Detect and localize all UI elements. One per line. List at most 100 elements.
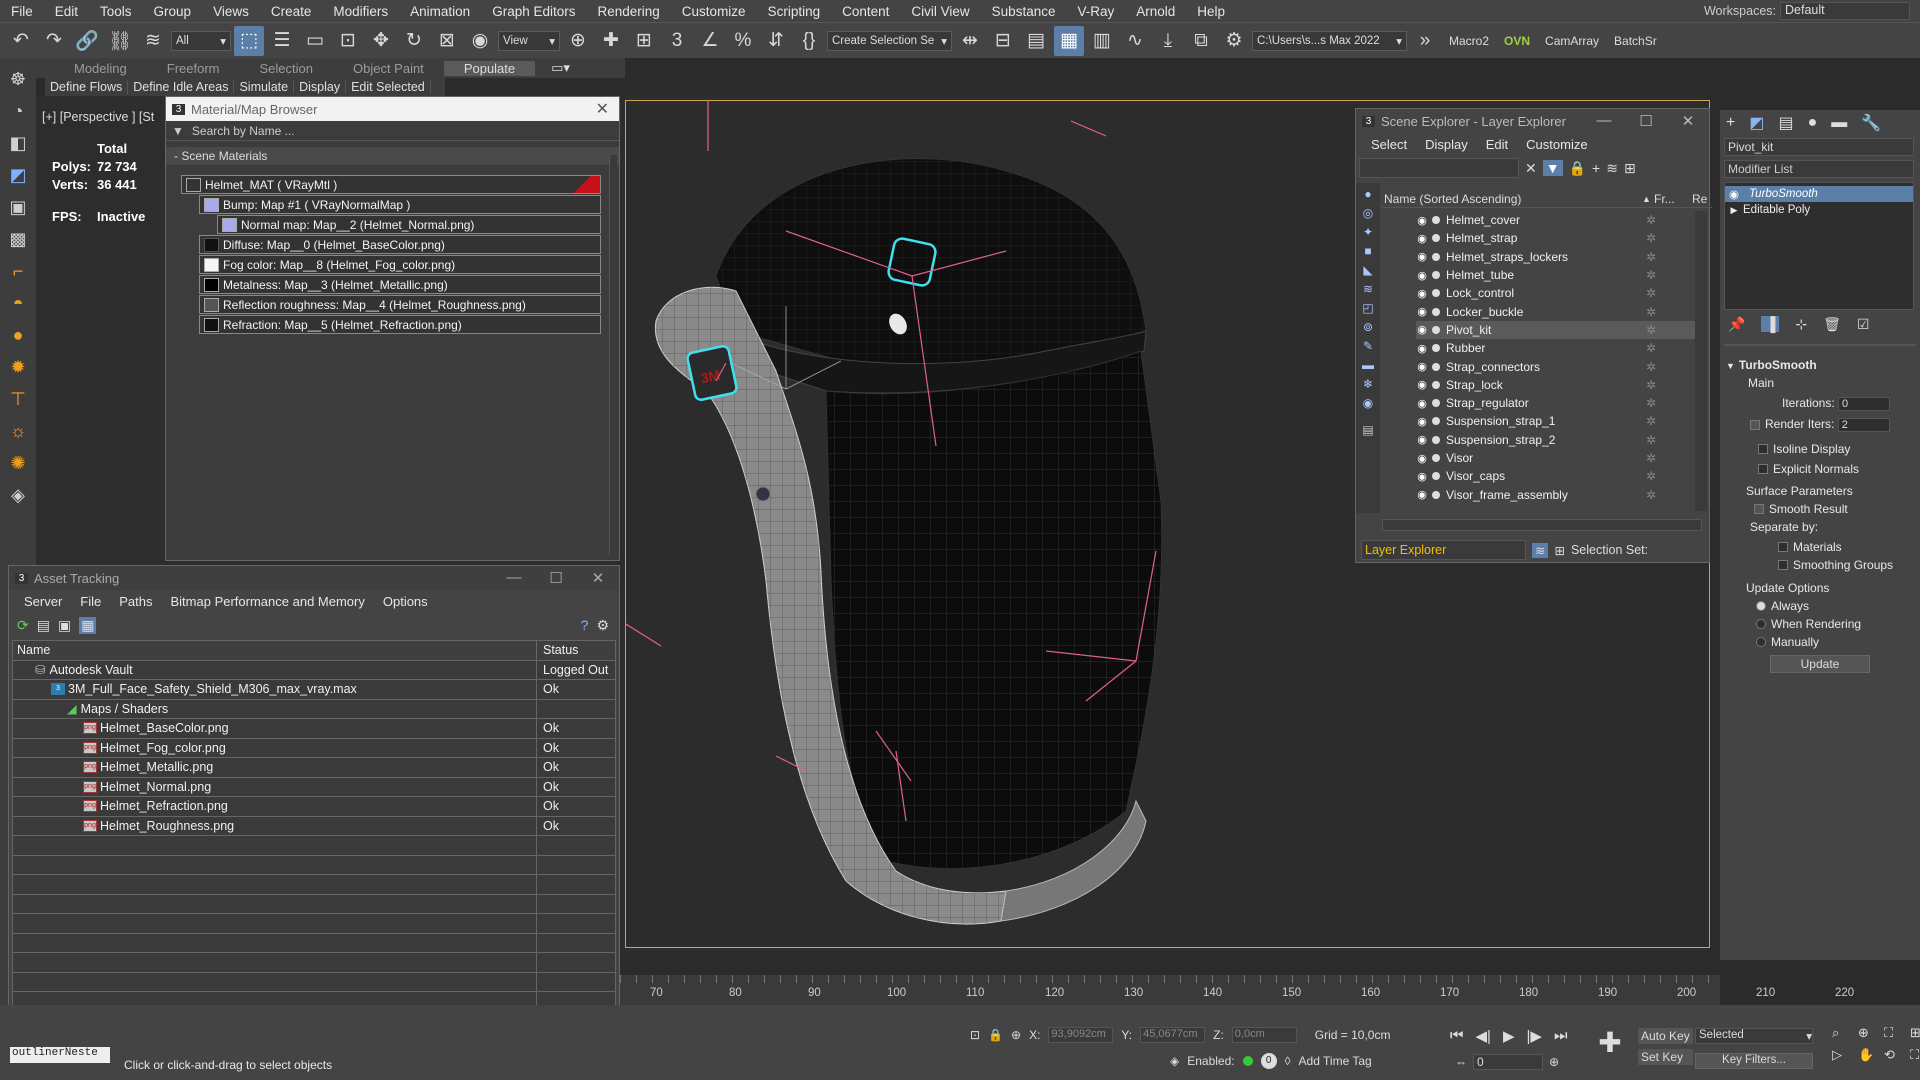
move-icon[interactable]: ✥	[366, 26, 396, 56]
menu-display[interactable]: Display	[1416, 137, 1477, 152]
pin-stack-icon[interactable]: 📌	[1728, 316, 1745, 333]
filter-lights-icon[interactable]: ✦	[1363, 225, 1373, 239]
orbit-icon[interactable]: ⟲	[1884, 1047, 1904, 1063]
isoline-row[interactable]: Isoline Display	[1720, 432, 1920, 456]
list-item[interactable]: ◉ Suspension_strap_2 ✲	[1416, 431, 1696, 449]
material-editor-icon[interactable]: ⧉	[1186, 26, 1216, 56]
menu-views[interactable]: Views	[202, 4, 260, 19]
pan-icon[interactable]: ✋	[1858, 1047, 1878, 1063]
curve-editor-icon[interactable]: ∿	[1120, 26, 1150, 56]
col-status[interactable]: Status	[537, 643, 578, 657]
x-field[interactable]: 93,9092cm	[1048, 1027, 1114, 1043]
daylight-icon[interactable]: ☼	[5, 418, 31, 444]
set-key-large-icon[interactable]: ✚	[1595, 1029, 1625, 1059]
sunlight-icon[interactable]: ✺	[5, 450, 31, 476]
explicit-normals-row[interactable]: Explicit Normals	[1720, 456, 1920, 476]
maximize-viewport-icon[interactable]: ⛶	[1910, 1047, 1920, 1063]
freeze-dot-icon[interactable]	[1432, 271, 1440, 280]
sun-icon[interactable]: ✹	[5, 354, 31, 380]
menu-edit[interactable]: Edit	[44, 4, 89, 19]
compound-icon[interactable]: ◈	[5, 482, 31, 508]
lamp-icon[interactable]: ⊤	[5, 386, 31, 412]
geosphere-icon[interactable]: ◓	[5, 290, 31, 316]
menu-graph-editors[interactable]: Graph Editors	[481, 4, 586, 19]
eye-icon[interactable]: ◉	[1416, 433, 1428, 446]
turbosmooth-rollout-header[interactable]: ▼ TurboSmooth	[1720, 352, 1920, 372]
go-to-start-icon[interactable]: ⏮	[1450, 1027, 1464, 1045]
list-item[interactable]: ◉ Rubber ✲	[1416, 339, 1696, 357]
smoothing-groups-row[interactable]: Smoothing Groups	[1720, 554, 1920, 572]
timeline-ruler[interactable]: 70 80 90 100 110 120 130 140 150 160 170…	[620, 975, 1854, 1005]
scene-search-input[interactable]	[1359, 158, 1519, 178]
manually-row[interactable]: Manually	[1720, 631, 1920, 649]
scale-icon[interactable]: ⊠	[432, 26, 462, 56]
select-by-name-icon[interactable]: ☰	[267, 26, 297, 56]
menu-customize[interactable]: Customize	[671, 4, 757, 19]
table-row[interactable]: png Helmet_Roughness.png Ok	[13, 816, 615, 836]
render-iters-spinner[interactable]: 2	[1837, 417, 1890, 432]
render-flag-icon[interactable]: ✲	[1646, 451, 1656, 465]
tab-populate[interactable]: Populate	[443, 60, 536, 76]
pin-icon[interactable]: ⊞	[1554, 543, 1564, 558]
menu-modifiers[interactable]: Modifiers	[322, 4, 399, 19]
eye-icon[interactable]: ◉	[1416, 470, 1428, 483]
edit-selected-button[interactable]: Edit Selected	[346, 80, 431, 94]
viewport-label[interactable]: [+] [Perspective ] [St	[42, 110, 154, 124]
always-row[interactable]: Always	[1720, 595, 1920, 613]
batchsr-button[interactable]: BatchSr	[1608, 34, 1663, 48]
zoom-icon[interactable]: ⌕	[1832, 1025, 1852, 1041]
reference-coord-dropdown[interactable]: View ▾	[498, 30, 560, 51]
workspaces-dropdown[interactable]: Default	[1780, 2, 1910, 20]
display-tab-icon[interactable]: ▬	[1831, 114, 1847, 132]
eye-icon[interactable]: ◉	[1416, 232, 1428, 245]
menu-civil-view[interactable]: Civil View	[900, 4, 980, 19]
list-item[interactable]: ◉ Lock_control ✲	[1416, 284, 1696, 302]
update-button[interactable]: Update	[1770, 654, 1870, 673]
filter-bones-icon[interactable]: ✎	[1363, 339, 1373, 353]
render-flag-icon[interactable]: ✲	[1646, 469, 1656, 483]
smooth-result-row[interactable]: Smooth Result	[1720, 498, 1920, 516]
light-icon[interactable]: ⌐	[5, 258, 31, 284]
table-view-icon[interactable]: ▦	[79, 616, 97, 634]
col-render[interactable]: Re	[1688, 192, 1707, 206]
window-crossing-icon[interactable]: ⊡	[333, 26, 363, 56]
close-icon[interactable]: ✕	[577, 569, 619, 587]
configure-sets-icon[interactable]: ☑	[1857, 316, 1870, 333]
asset-tracking-titlebar[interactable]: 3 Asset Tracking — ☐ ✕	[9, 566, 619, 590]
freeze-dot-icon[interactable]	[1432, 252, 1440, 261]
play-icon[interactable]: ▶	[1503, 1027, 1515, 1045]
iterations-spinner[interactable]: 0	[1838, 396, 1891, 411]
menu-tools[interactable]: Tools	[89, 4, 143, 19]
undo-icon[interactable]: ↶	[6, 26, 36, 56]
go-to-end-icon[interactable]: ⏭	[1554, 1027, 1568, 1045]
make-unique-icon[interactable]: ⊹	[1795, 316, 1807, 333]
current-frame-field[interactable]: 0	[1473, 1054, 1543, 1070]
auto-key-button[interactable]: Auto Key	[1638, 1028, 1693, 1044]
material-browser-titlebar[interactable]: 3 Material/Map Browser ✕	[166, 97, 619, 121]
layer-view-icon[interactable]: ≋	[1532, 542, 1549, 558]
table-row[interactable]: ⛁ Autodesk Vault Logged Out	[13, 660, 615, 680]
freeze-dot-icon[interactable]	[1432, 454, 1440, 462]
eye-icon[interactable]: ◉	[1416, 214, 1428, 227]
render-flag-icon[interactable]: ✲	[1646, 396, 1656, 410]
freeze-dot-icon[interactable]	[1432, 216, 1440, 225]
col-name[interactable]: Name (Sorted Ascending)	[1382, 192, 1642, 206]
freeze-dot-icon[interactable]	[1432, 325, 1440, 334]
filter-groups-icon[interactable]: ◰	[1362, 301, 1373, 315]
eye-icon[interactable]: ◉	[1416, 378, 1428, 391]
eye-icon[interactable]: ◉	[1416, 342, 1428, 355]
eye-icon[interactable]: ◉	[1416, 488, 1428, 501]
maximize-icon[interactable]: ☐	[535, 569, 577, 587]
render-flag-icon[interactable]: ✲	[1646, 378, 1656, 392]
key-mode-icon[interactable]: ⊕	[1549, 1055, 1559, 1069]
define-idle-areas-button[interactable]: Define Idle Areas	[128, 80, 235, 94]
menu-file[interactable]: File	[71, 594, 110, 609]
map-row[interactable]: Normal map: Map__2 (Helmet_Normal.png)	[217, 215, 601, 234]
list-view-icon[interactable]: ▤	[37, 617, 50, 634]
layers-icon[interactable]: ≋	[1606, 160, 1618, 177]
isolate-icon[interactable]: 0	[1260, 1053, 1277, 1069]
table-row[interactable]: png Helmet_Refraction.png Ok	[13, 797, 615, 817]
hierarchy-tab-icon[interactable]: ▤	[1778, 113, 1793, 133]
camera-icon[interactable]: ▩	[5, 226, 31, 252]
map-row[interactable]: Refraction: Map__5 (Helmet_Refraction.pn…	[199, 315, 601, 334]
